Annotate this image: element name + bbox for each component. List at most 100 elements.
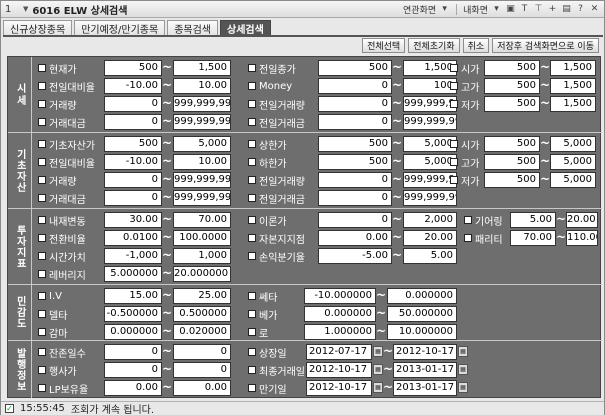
exercise-price-filter[interactable]: 행사가 (38, 362, 77, 378)
screen-menu-dropdown-icon[interactable]: ▼ (23, 5, 28, 13)
prev-volume-to-input[interactable]: 999,999,999 (403, 96, 457, 112)
conversion-ratio-from-input[interactable]: 0.0100 (104, 230, 162, 246)
checkbox[interactable] (38, 158, 46, 166)
tab-new-listing[interactable]: 신규상장종목 (3, 20, 73, 36)
calendar-icon[interactable]: ▦ (373, 346, 383, 357)
money-filter[interactable]: Money (248, 78, 292, 94)
add-icon[interactable]: + (547, 4, 558, 15)
checkbox[interactable] (38, 194, 46, 202)
delta-filter[interactable]: 델타 (38, 306, 67, 322)
checkbox[interactable] (248, 234, 256, 242)
theory-price-from-input[interactable]: 0 (318, 212, 392, 228)
checkbox[interactable] (248, 158, 256, 166)
conversion-ratio-filter[interactable]: 전환비율 (38, 230, 86, 246)
price-from-input[interactable]: 500 (104, 60, 162, 76)
price-to-input[interactable]: 1,500 (173, 60, 231, 76)
prev-amount-from-input[interactable]: 0 (318, 114, 392, 130)
iv-from-input[interactable]: 15.00 (104, 288, 162, 304)
leverage-filter[interactable]: 레버리지 (38, 266, 86, 282)
checkbox[interactable] (38, 310, 46, 318)
volume-from-input[interactable]: 0 (104, 96, 162, 112)
checkbox[interactable] (38, 348, 46, 356)
checkbox[interactable] (248, 366, 256, 374)
save-and-move-button[interactable]: 저장후 검색화면으로 이동 (492, 38, 599, 53)
listing-date-filter[interactable]: 상장일 (248, 344, 287, 360)
underlying-prev-volume-filter[interactable]: 전일거래량 (248, 172, 305, 188)
prev-volume-from-input[interactable]: 0 (318, 96, 392, 112)
theta-from-input[interactable]: -10.000000 (304, 288, 376, 304)
checkbox[interactable] (248, 348, 256, 356)
iv-change-from-input[interactable]: 30.00 (104, 212, 162, 228)
theory-price-to-input[interactable]: 2,000 (403, 212, 457, 228)
calendar-icon[interactable]: ▦ (373, 382, 383, 393)
time-value-filter[interactable]: 시간가치 (38, 248, 86, 264)
delta-to-input[interactable]: 0.500000 (173, 306, 231, 322)
chevron-down-icon[interactable]: ▾ (439, 4, 450, 15)
underlying-volume-from-input[interactable]: 0 (104, 172, 162, 188)
checkbox[interactable] (38, 366, 46, 374)
checkbox[interactable] (450, 64, 458, 72)
last-trade-date-from-input[interactable]: 2012-10-17 (306, 362, 372, 378)
high-from-input[interactable]: 500 (484, 78, 540, 94)
checkbox[interactable] (248, 140, 256, 148)
checkbox[interactable] (248, 384, 256, 392)
remaining-days-filter[interactable]: 잔존일수 (38, 344, 86, 360)
checkbox[interactable] (38, 292, 46, 300)
lower-limit-filter[interactable]: 하한가 (248, 154, 287, 170)
capital-support-from-input[interactable]: 0.00 (318, 230, 392, 246)
reset-all-button[interactable]: 전체초기화 (408, 38, 460, 53)
exercise-price-to-input[interactable]: 0 (173, 362, 231, 378)
checkbox[interactable] (38, 252, 46, 260)
underlying-low-from-input[interactable]: 500 (484, 172, 540, 188)
checkbox[interactable] (248, 252, 256, 260)
underlying-open-from-input[interactable]: 500 (484, 136, 540, 152)
underlying-prev-volume-from-input[interactable]: 0 (318, 172, 392, 188)
checkbox[interactable] (248, 176, 256, 184)
checkbox[interactable] (248, 328, 256, 336)
lower-limit-from-input[interactable]: 500 (318, 154, 392, 170)
underlying-price-to-input[interactable]: 5,000 (173, 136, 231, 152)
prev-volume-filter[interactable]: 전일거래량 (248, 96, 305, 112)
prev-close-to-input[interactable]: 1,500 (403, 60, 457, 76)
checkbox[interactable] (38, 216, 46, 224)
prev-close-filter[interactable]: 전일종가 (248, 60, 296, 76)
underlying-change-rate-from-input[interactable]: -10.00 (104, 154, 162, 170)
rho-from-input[interactable]: 1.000000 (304, 324, 376, 340)
vega-to-input[interactable]: 50.000000 (387, 306, 457, 322)
prev-close-from-input[interactable]: 500 (318, 60, 392, 76)
checkbox[interactable] (38, 140, 46, 148)
checkbox[interactable] (248, 216, 256, 224)
remaining-days-to-input[interactable]: 0 (173, 344, 231, 360)
change-rate-filter[interactable]: 전일대비율 (38, 78, 95, 94)
volume-filter[interactable]: 거래량 (38, 96, 77, 112)
checkbox[interactable] (38, 118, 46, 126)
underlying-price-from-input[interactable]: 500 (104, 136, 162, 152)
checkbox[interactable] (38, 100, 46, 108)
checkbox[interactable] (450, 100, 458, 108)
gearing-to-input[interactable]: 20.00 (566, 212, 598, 228)
remaining-days-from-input[interactable]: 0 (104, 344, 162, 360)
underlying-low-to-input[interactable]: 5,000 (550, 172, 596, 188)
text-icon[interactable]: T (519, 4, 530, 15)
lp-ratio-to-input[interactable]: 0.00 (173, 380, 231, 396)
high-filter[interactable]: 고가 (450, 78, 479, 94)
calendar-icon[interactable]: ▦ (458, 382, 468, 393)
leverage-from-input[interactable]: 5.000000 (104, 266, 162, 282)
calendar-icon[interactable]: ▦ (458, 364, 468, 375)
gamma-to-input[interactable]: 0.020000 (173, 324, 231, 340)
checkbox[interactable] (248, 194, 256, 202)
upper-limit-filter[interactable]: 상한가 (248, 136, 287, 152)
low-to-input[interactable]: 1,500 (550, 96, 596, 112)
iv-change-filter[interactable]: 내재변동 (38, 212, 86, 228)
checkbox[interactable] (38, 270, 46, 278)
lp-ratio-from-input[interactable]: 0.00 (104, 380, 162, 396)
tab-item-search[interactable]: 종목검색 (167, 20, 218, 36)
pin-icon[interactable]: ⊤ (533, 4, 544, 15)
vega-from-input[interactable]: 0.000000 (304, 306, 376, 322)
underlying-high-from-input[interactable]: 500 (484, 154, 540, 170)
underlying-open-filter[interactable]: 시가 (450, 136, 479, 152)
theory-price-filter[interactable]: 이론가 (248, 212, 287, 228)
amount-from-input[interactable]: 0 (104, 114, 162, 130)
lower-limit-to-input[interactable]: 5,000 (403, 154, 457, 170)
amount-to-input[interactable]: 999,999,999 (173, 114, 231, 130)
